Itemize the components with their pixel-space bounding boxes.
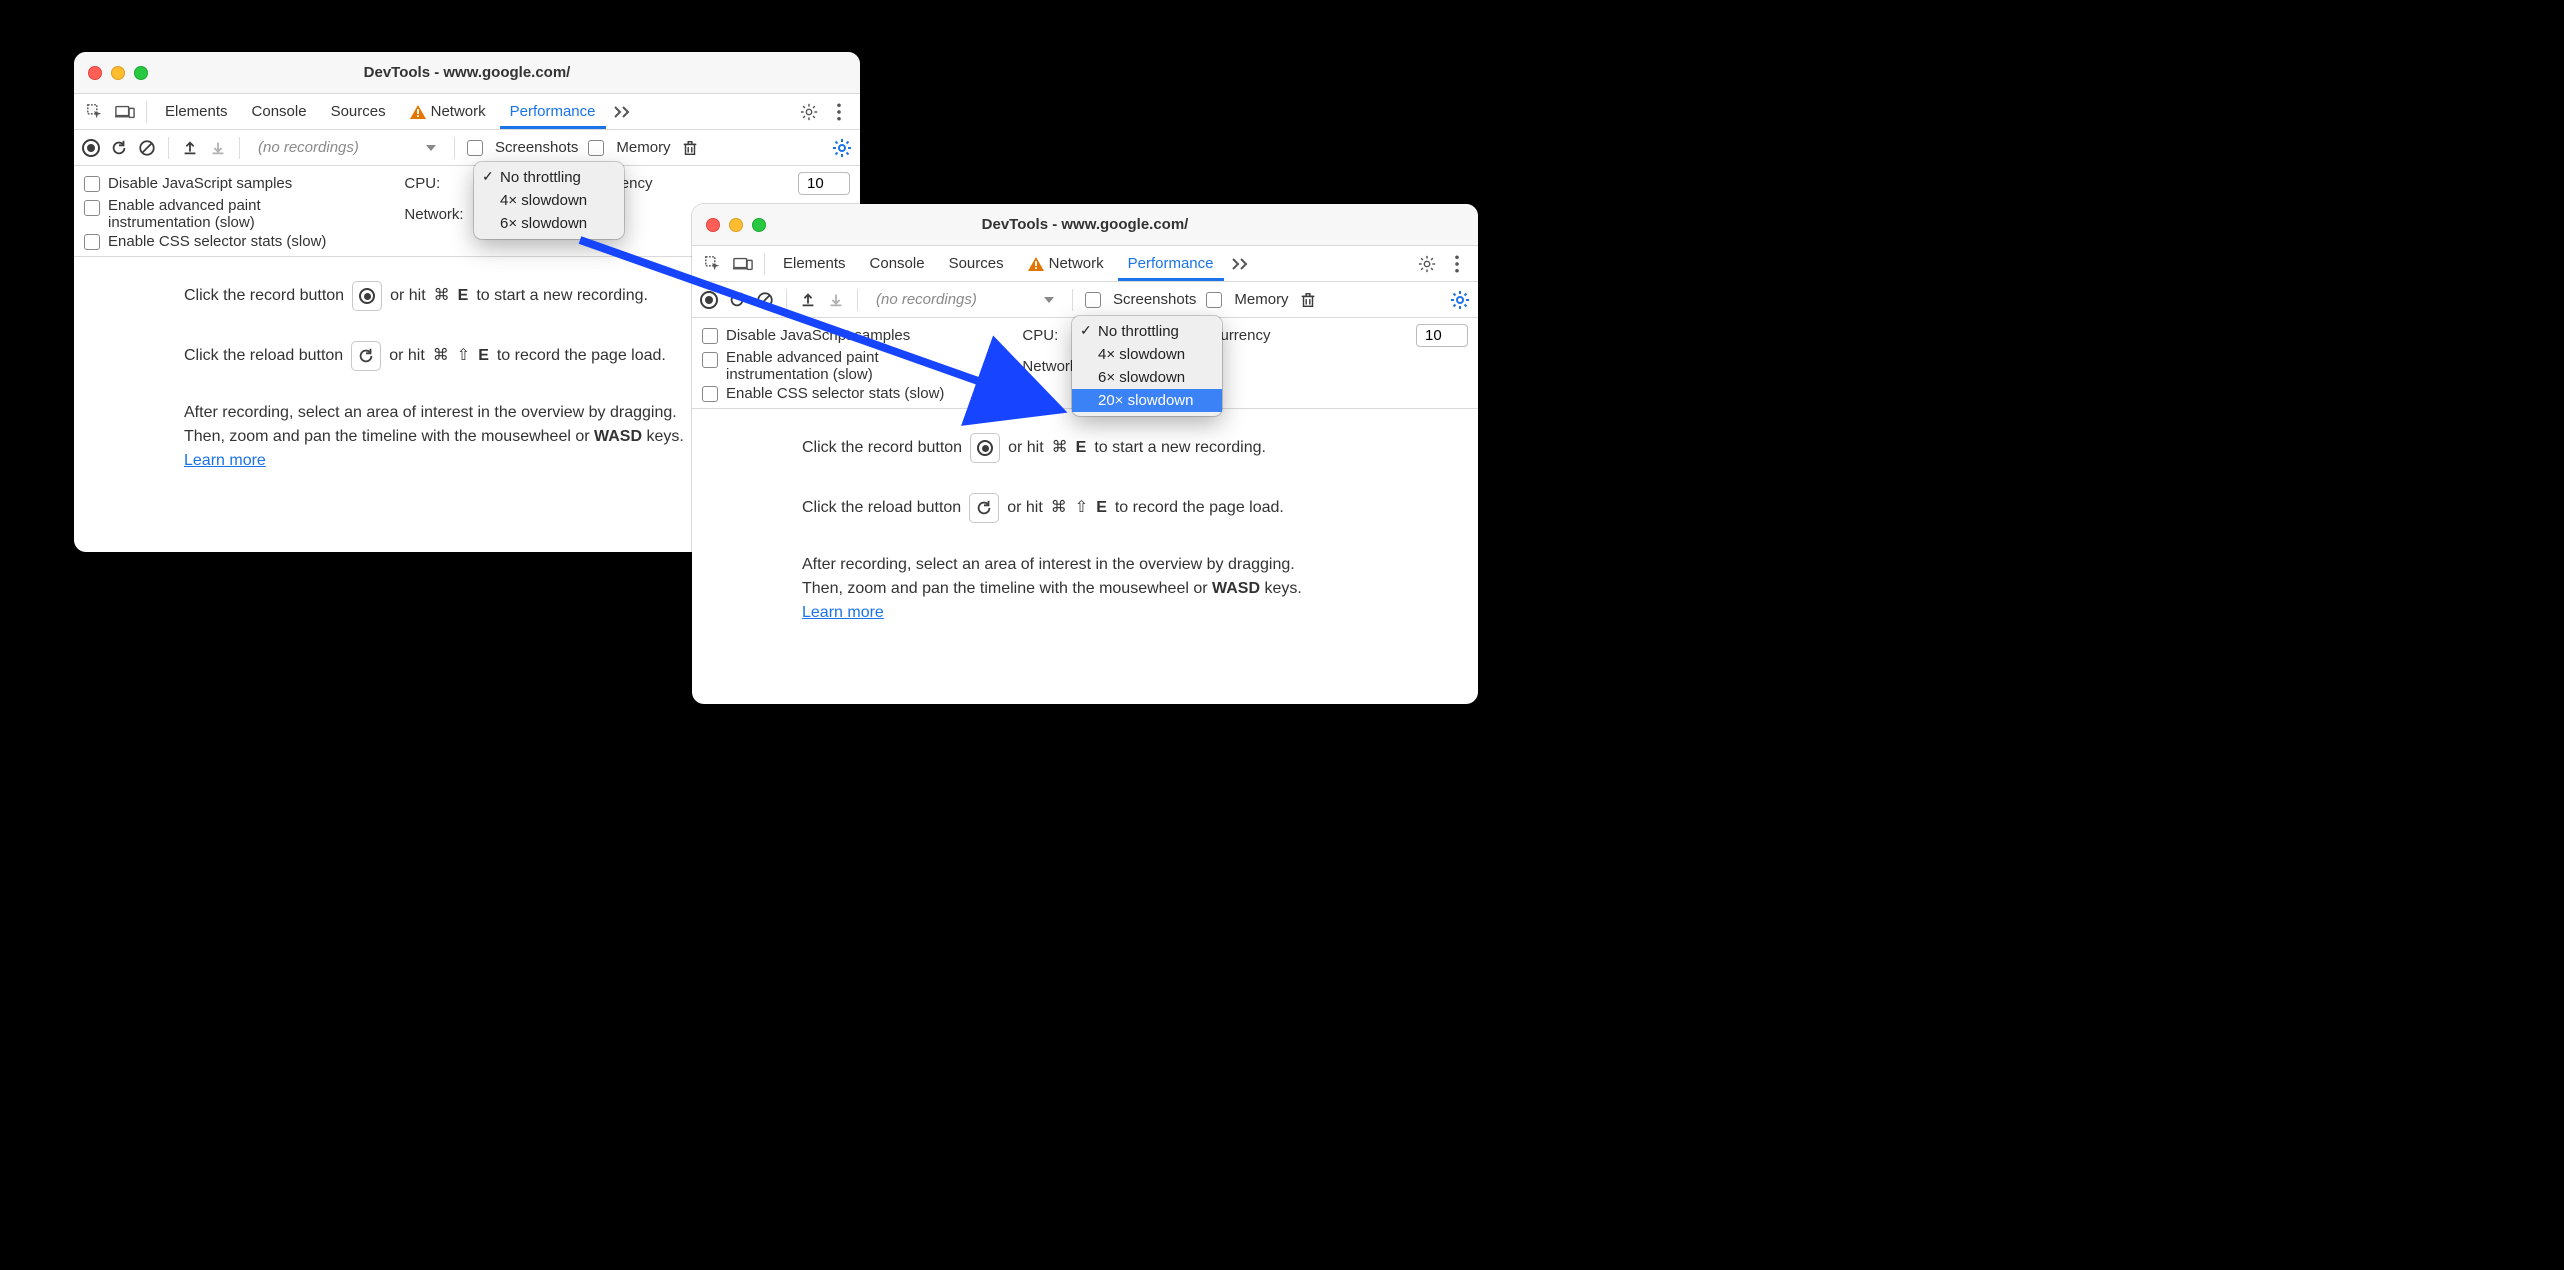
performance-toolbar: (no recordings) Screenshots Memory: [692, 282, 1478, 318]
tab-performance[interactable]: Performance: [500, 94, 606, 129]
dropdown-item[interactable]: 6× slowdown: [474, 212, 624, 235]
screenshots-checkbox[interactable]: Screenshots: [467, 139, 578, 156]
kebab-menu-icon[interactable]: [1444, 251, 1470, 277]
settings-icon[interactable]: [1414, 251, 1440, 277]
recordings-placeholder: (no recordings): [258, 139, 359, 156]
enable-css-checkbox[interactable]: Enable CSS selector stats (slow): [702, 385, 1008, 402]
record-button[interactable]: [82, 139, 100, 157]
tab-console[interactable]: Console: [242, 94, 317, 130]
network-label: Network:: [404, 206, 463, 223]
more-tabs-icon[interactable]: [1228, 251, 1254, 277]
titlebar: DevTools - www.google.com/: [74, 52, 860, 94]
tab-performance[interactable]: Performance: [1118, 246, 1224, 281]
clear-button[interactable]: [756, 291, 774, 309]
cpu-throttling-dropdown[interactable]: No throttling4× slowdown6× slowdown: [474, 162, 624, 239]
help-paragraph: After recording, select an area of inter…: [802, 553, 1454, 625]
tab-network[interactable]: Network: [400, 94, 496, 130]
enable-css-checkbox[interactable]: Enable CSS selector stats (slow): [84, 233, 390, 250]
disable-js-checkbox[interactable]: Disable JavaScript samples: [84, 175, 390, 192]
download-button[interactable]: [209, 139, 227, 157]
dropdown-item[interactable]: No throttling: [474, 166, 624, 189]
devtools-window-b: DevTools - www.google.com/ Elements Cons…: [692, 204, 1478, 704]
upload-button[interactable]: [799, 291, 817, 309]
device-toolbar-icon[interactable]: [730, 251, 756, 277]
performance-toolbar: (no recordings) Screenshots Memory: [74, 130, 860, 166]
recordings-placeholder: (no recordings): [876, 291, 977, 308]
help-area: Click the record button or hit ⌘ E to st…: [692, 409, 1478, 653]
recordings-select[interactable]: (no recordings): [252, 139, 442, 156]
upload-button[interactable]: [181, 139, 199, 157]
dropdown-item[interactable]: 20× slowdown: [1072, 389, 1222, 412]
tab-elements[interactable]: Elements: [773, 246, 856, 282]
download-button[interactable]: [827, 291, 845, 309]
inspect-icon[interactable]: [82, 99, 108, 125]
dropdown-item[interactable]: 4× slowdown: [474, 189, 624, 212]
collect-garbage-icon[interactable]: [1299, 291, 1317, 309]
record-button[interactable]: [700, 291, 718, 309]
caret-down-icon: [1044, 297, 1054, 303]
dropdown-item[interactable]: 6× slowdown: [1072, 366, 1222, 389]
hardware-concurrency-input[interactable]: [798, 172, 850, 195]
disable-js-checkbox[interactable]: Disable JavaScript samples: [702, 327, 1008, 344]
tab-network-label: Network: [431, 103, 486, 120]
collect-garbage-icon[interactable]: [681, 139, 699, 157]
tab-network-label: Network: [1049, 255, 1104, 272]
main-tabbar: Elements Console Sources Network Perform…: [692, 246, 1478, 282]
device-toolbar-icon[interactable]: [112, 99, 138, 125]
tab-sources[interactable]: Sources: [321, 94, 396, 130]
reload-button[interactable]: [110, 139, 128, 157]
window-title: DevTools - www.google.com/: [692, 216, 1478, 233]
warning-icon: [1028, 257, 1044, 271]
caret-down-icon: [426, 145, 436, 151]
capture-settings-icon[interactable]: [832, 138, 852, 158]
inspect-icon[interactable]: [700, 251, 726, 277]
record-button-inline[interactable]: [352, 281, 382, 311]
cpu-label: CPU:: [404, 175, 463, 192]
memory-checkbox[interactable]: Memory: [1206, 291, 1288, 308]
tab-console[interactable]: Console: [860, 246, 935, 282]
record-button-inline[interactable]: [970, 433, 1000, 463]
hardware-concurrency-input[interactable]: [1416, 324, 1468, 347]
tab-elements[interactable]: Elements: [155, 94, 238, 130]
clear-button[interactable]: [138, 139, 156, 157]
tab-sources[interactable]: Sources: [939, 246, 1014, 282]
capture-settings-icon[interactable]: [1450, 290, 1470, 310]
more-tabs-icon[interactable]: [610, 99, 636, 125]
window-title: DevTools - www.google.com/: [74, 64, 860, 81]
enable-paint-checkbox[interactable]: Enable advanced paint instrumentation (s…: [702, 349, 1008, 383]
main-tabbar: Elements Console Sources Network Perform…: [74, 94, 860, 130]
titlebar: DevTools - www.google.com/: [692, 204, 1478, 246]
reload-button[interactable]: [728, 291, 746, 309]
settings-icon[interactable]: [796, 99, 822, 125]
screenshots-checkbox[interactable]: Screenshots: [1085, 291, 1196, 308]
tab-network[interactable]: Network: [1018, 246, 1114, 282]
learn-more-link[interactable]: Learn more: [184, 452, 266, 469]
reload-button-inline[interactable]: [969, 493, 999, 523]
enable-paint-checkbox[interactable]: Enable advanced paint instrumentation (s…: [84, 197, 390, 231]
dropdown-item[interactable]: No throttling: [1072, 320, 1222, 343]
warning-icon: [410, 105, 426, 119]
cpu-throttling-dropdown[interactable]: No throttling4× slowdown6× slowdown20× s…: [1072, 316, 1222, 416]
memory-checkbox[interactable]: Memory: [588, 139, 670, 156]
dropdown-item[interactable]: 4× slowdown: [1072, 343, 1222, 366]
learn-more-link[interactable]: Learn more: [802, 604, 884, 621]
reload-button-inline[interactable]: [351, 341, 381, 371]
kebab-menu-icon[interactable]: [826, 99, 852, 125]
recordings-select[interactable]: (no recordings): [870, 291, 1060, 308]
